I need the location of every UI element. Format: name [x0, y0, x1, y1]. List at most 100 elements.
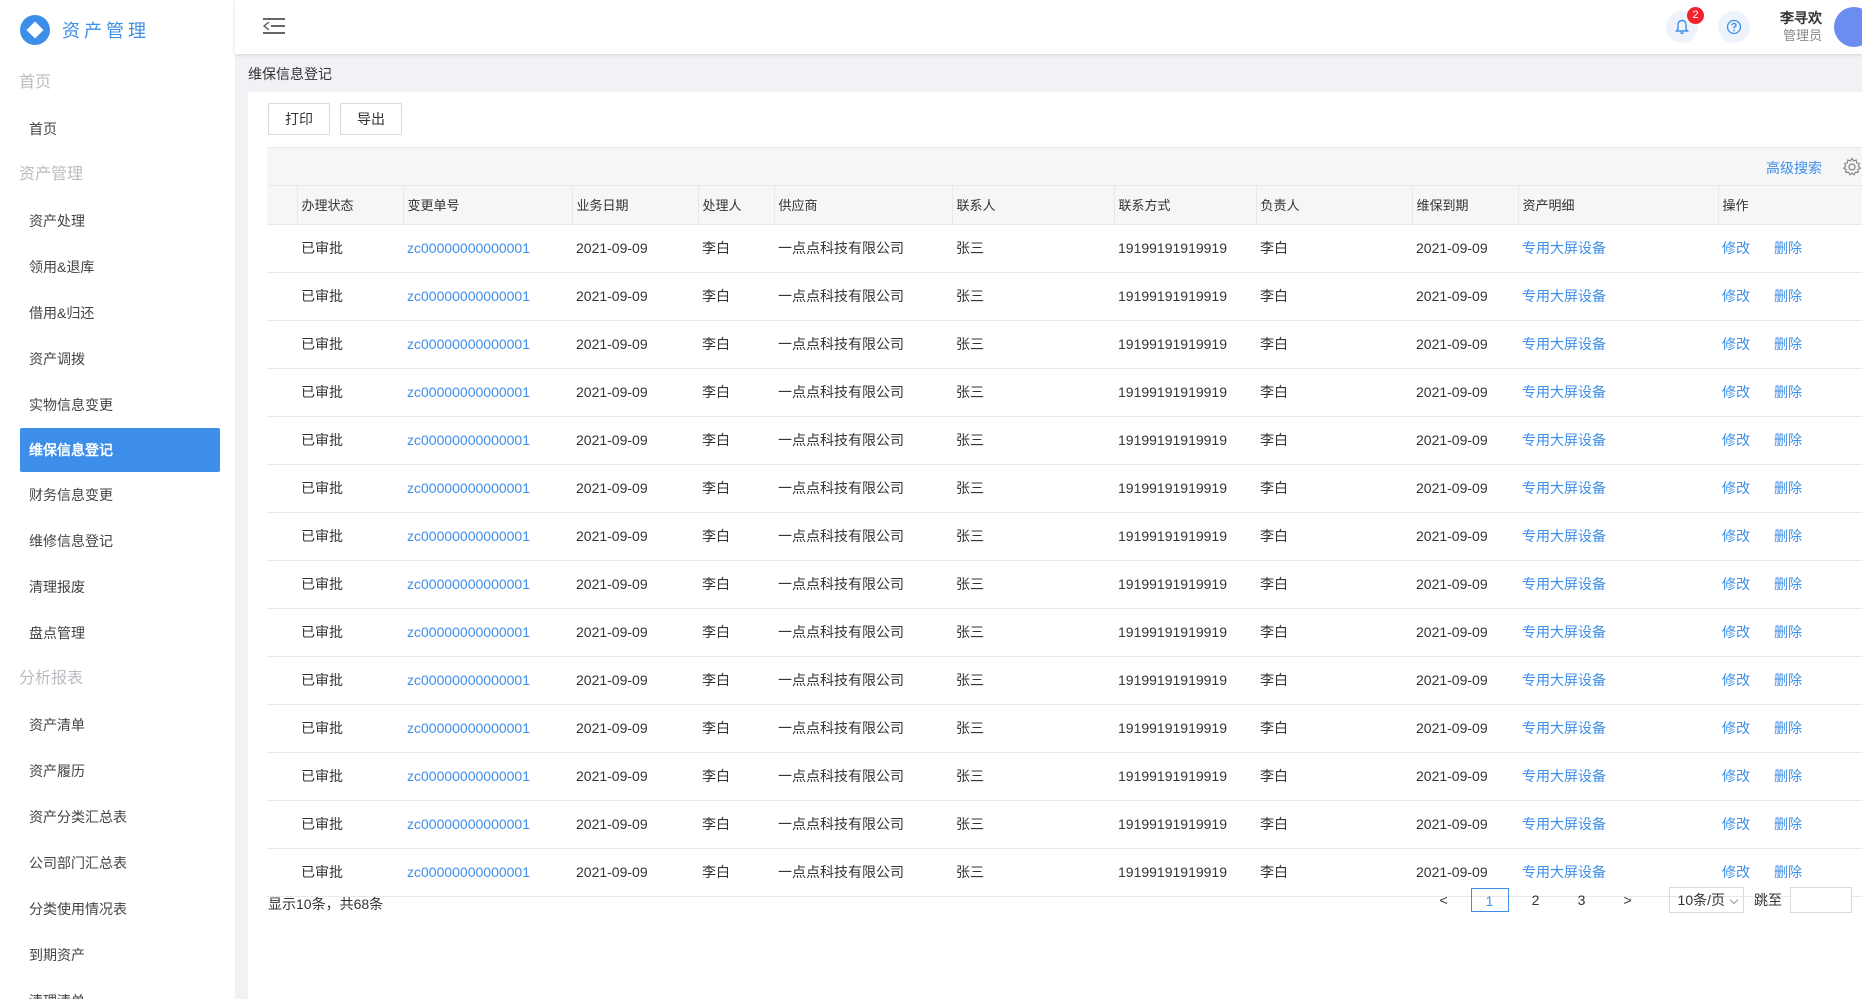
delete-link[interactable]: 删除 — [1774, 816, 1802, 832]
sidebar-item[interactable]: 资产调拨 — [0, 336, 235, 382]
jump-input[interactable] — [1790, 887, 1852, 913]
order-number-link[interactable]: zc00000000000001 — [403, 704, 572, 753]
sidebar-item[interactable]: 公司部门汇总表 — [0, 840, 235, 886]
column-header[interactable]: 处理人 — [698, 186, 775, 225]
table-row[interactable]: 已审批 zc00000000000001 2021-09-09 李白 一点点科技有限公司… — [267, 752, 1862, 801]
table-row[interactable]: 已审批 zc00000000000001 2021-09-09 李白 一点点科技有限公司… — [267, 512, 1862, 561]
sidebar-item[interactable]: 借用&归还 — [0, 290, 235, 336]
sidebar-item[interactable]: 维保信息登记 — [20, 428, 220, 472]
table-row[interactable]: 已审批 zc00000000000001 2021-09-09 李白 一点点科技有限公司… — [267, 224, 1862, 273]
sidebar-item[interactable]: 资产履历 — [0, 748, 235, 794]
order-number-link[interactable]: zc00000000000001 — [403, 464, 572, 513]
asset-detail-link[interactable]: 专用大屏设备 — [1518, 416, 1718, 465]
order-number-link[interactable]: zc00000000000001 — [403, 752, 572, 801]
asset-detail-link[interactable]: 专用大屏设备 — [1518, 656, 1718, 705]
sidebar-item[interactable]: 实物信息变更 — [0, 382, 235, 428]
delete-link[interactable]: 删除 — [1774, 240, 1802, 256]
column-header[interactable]: 业务日期 — [572, 186, 699, 225]
edit-link[interactable]: 修改 — [1722, 672, 1750, 688]
asset-detail-link[interactable]: 专用大屏设备 — [1518, 368, 1718, 417]
print-button[interactable]: 打印 — [268, 103, 330, 135]
sidebar-item[interactable]: 到期资产 — [0, 932, 235, 978]
delete-link[interactable]: 删除 — [1774, 336, 1802, 352]
order-number-link[interactable]: zc00000000000001 — [403, 800, 572, 849]
avatar[interactable] — [1834, 7, 1862, 47]
column-header[interactable]: 联系方式 — [1114, 186, 1257, 225]
export-button[interactable]: 导出 — [340, 103, 402, 135]
edit-link[interactable]: 修改 — [1722, 432, 1750, 448]
column-header[interactable]: 负责人 — [1256, 186, 1413, 225]
column-header[interactable]: 资产明细 — [1518, 186, 1719, 225]
delete-link[interactable]: 删除 — [1774, 384, 1802, 400]
edit-link[interactable]: 修改 — [1722, 480, 1750, 496]
table-row[interactable]: 已审批 zc00000000000001 2021-09-09 李白 一点点科技有限公司… — [267, 560, 1862, 609]
sidebar-item[interactable]: 财务信息变更 — [0, 472, 235, 518]
column-header[interactable]: 操作 — [1718, 186, 1862, 225]
delete-link[interactable]: 删除 — [1774, 672, 1802, 688]
edit-link[interactable]: 修改 — [1722, 240, 1750, 256]
order-number-link[interactable]: zc00000000000001 — [403, 272, 572, 321]
delete-link[interactable]: 删除 — [1774, 864, 1802, 880]
edit-link[interactable]: 修改 — [1722, 816, 1750, 832]
table-row[interactable]: 已审批 zc00000000000001 2021-09-09 李白 一点点科技有限公司… — [267, 704, 1862, 753]
order-number-link[interactable]: zc00000000000001 — [403, 656, 572, 705]
app-logo[interactable]: 资产管理 — [0, 0, 235, 60]
notification-button[interactable]: 2 — [1666, 7, 1704, 43]
table-row[interactable]: 已审批 zc00000000000001 2021-09-09 李白 一点点科技有限公司… — [267, 368, 1862, 417]
edit-link[interactable]: 修改 — [1722, 720, 1750, 736]
sidebar-item[interactable]: 清理清单 — [0, 978, 235, 999]
menu-toggle-icon[interactable] — [263, 18, 285, 36]
sidebar-item[interactable]: 盘点管理 — [0, 610, 235, 656]
delete-link[interactable]: 删除 — [1774, 480, 1802, 496]
order-number-link[interactable]: zc00000000000001 — [403, 416, 572, 465]
prev-page-button[interactable]: < — [1425, 888, 1463, 912]
delete-link[interactable]: 删除 — [1774, 576, 1802, 592]
table-row[interactable]: 已审批 zc00000000000001 2021-09-09 李白 一点点科技有限公司… — [267, 416, 1862, 465]
sidebar-item[interactable]: 资产分类汇总表 — [0, 794, 235, 840]
page-number-button[interactable]: 2 — [1517, 888, 1555, 912]
column-header[interactable]: 办理状态 — [297, 186, 404, 225]
asset-detail-link[interactable]: 专用大屏设备 — [1518, 320, 1718, 369]
edit-link[interactable]: 修改 — [1722, 384, 1750, 400]
asset-detail-link[interactable]: 专用大屏设备 — [1518, 752, 1718, 801]
sidebar-item[interactable]: 领用&退库 — [0, 244, 235, 290]
delete-link[interactable]: 删除 — [1774, 432, 1802, 448]
page-size-select[interactable]: 10条/页 — [1668, 887, 1744, 913]
table-row[interactable]: 已审批 zc00000000000001 2021-09-09 李白 一点点科技有限公司… — [267, 656, 1862, 705]
edit-link[interactable]: 修改 — [1722, 624, 1750, 640]
edit-link[interactable]: 修改 — [1722, 288, 1750, 304]
order-number-link[interactable]: zc00000000000001 — [403, 560, 572, 609]
column-header[interactable]: 供应商 — [774, 186, 953, 225]
sidebar-item[interactable]: 首页 — [0, 106, 235, 152]
asset-detail-link[interactable]: 专用大屏设备 — [1518, 464, 1718, 513]
help-button[interactable] — [1718, 11, 1750, 43]
advanced-search-link[interactable]: 高级搜索 — [1766, 158, 1822, 178]
table-row[interactable]: 已审批 zc00000000000001 2021-09-09 李白 一点点科技有限公司… — [267, 608, 1862, 657]
page-number-button[interactable]: 3 — [1563, 888, 1601, 912]
edit-link[interactable]: 修改 — [1722, 864, 1750, 880]
edit-link[interactable]: 修改 — [1722, 576, 1750, 592]
column-header[interactable]: 维保到期 — [1412, 186, 1519, 225]
order-number-link[interactable]: zc00000000000001 — [403, 608, 572, 657]
delete-link[interactable]: 删除 — [1774, 288, 1802, 304]
sidebar-item[interactable]: 维修信息登记 — [0, 518, 235, 564]
sidebar-item[interactable]: 分类使用情况表 — [0, 886, 235, 932]
column-header[interactable]: 联系人 — [952, 186, 1115, 225]
delete-link[interactable]: 删除 — [1774, 528, 1802, 544]
asset-detail-link[interactable]: 专用大屏设备 — [1518, 224, 1718, 273]
asset-detail-link[interactable]: 专用大屏设备 — [1518, 512, 1718, 561]
table-row[interactable]: 已审批 zc00000000000001 2021-09-09 李白 一点点科技有限公司… — [267, 272, 1862, 321]
page-number-button[interactable]: 1 — [1470, 888, 1509, 912]
table-row[interactable]: 已审批 zc00000000000001 2021-09-09 李白 一点点科技有限公司… — [267, 800, 1862, 849]
sidebar-item[interactable]: 资产处理 — [0, 198, 235, 244]
order-number-link[interactable]: zc00000000000001 — [403, 368, 572, 417]
gear-icon[interactable] — [1842, 157, 1862, 177]
asset-detail-link[interactable]: 专用大屏设备 — [1518, 560, 1718, 609]
order-number-link[interactable]: zc00000000000001 — [403, 512, 572, 561]
data-table-container[interactable]: 高级搜索 办理状态 变更单号 业务日期 处理人 供应商 联系人 联系方式 负责人… — [267, 147, 1862, 964]
delete-link[interactable]: 删除 — [1774, 624, 1802, 640]
edit-link[interactable]: 修改 — [1722, 768, 1750, 784]
delete-link[interactable]: 删除 — [1774, 720, 1802, 736]
order-number-link[interactable]: zc00000000000001 — [403, 224, 572, 273]
next-page-button[interactable]: > — [1609, 888, 1647, 912]
